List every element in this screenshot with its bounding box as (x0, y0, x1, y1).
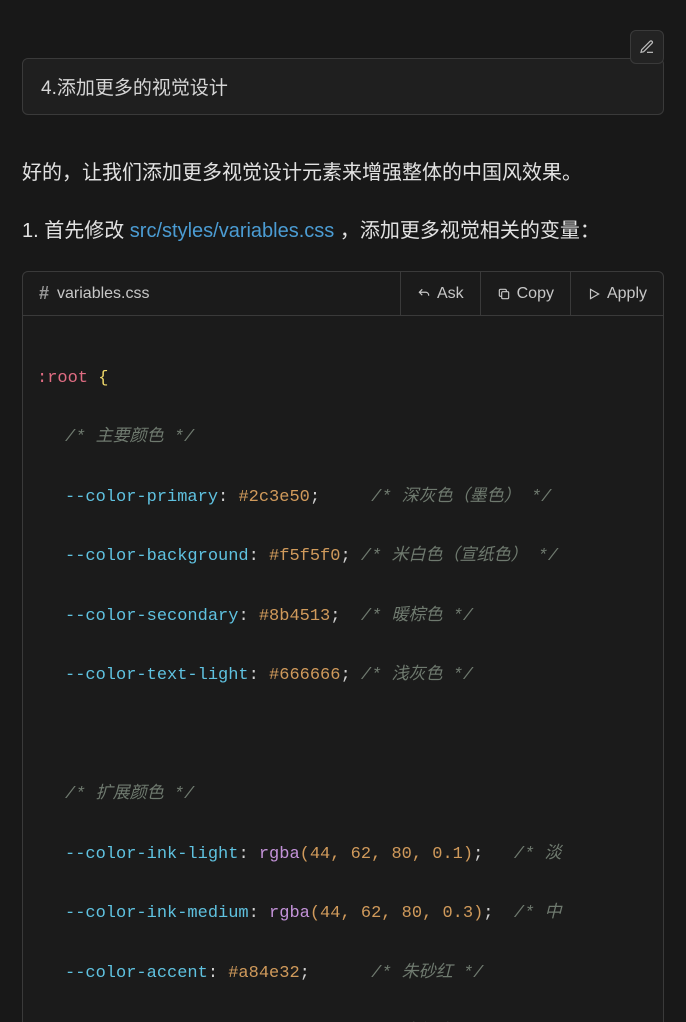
user-prompt[interactable]: 4.添加更多的视觉设计 (22, 58, 664, 115)
assistant-response: 好的，让我们添加更多视觉设计元素来增强整体的中国风效果。 1. 首先修改 src… (22, 155, 664, 249)
response-step-1: 1. 首先修改 src/styles/variables.css ，添加更多视觉… (22, 213, 664, 249)
ask-button[interactable]: Ask (400, 272, 480, 315)
hash-icon: # (39, 283, 49, 304)
response-intro: 好的，让我们添加更多视觉设计元素来增强整体的中国风效果。 (22, 155, 664, 191)
edit-prompt-button[interactable] (630, 30, 664, 64)
code-block: # variables.css Ask Copy Apply :root { /… (22, 271, 664, 1022)
code-block-filename: # variables.css (23, 272, 400, 315)
copy-button[interactable]: Copy (480, 272, 570, 315)
code-content[interactable]: :root { /* 主要颜色 */ --color-primary: #2c3… (23, 316, 663, 1022)
file-path-link[interactable]: src/styles/variables.css (130, 220, 335, 242)
code-block-header: # variables.css Ask Copy Apply (23, 272, 663, 316)
apply-button[interactable]: Apply (570, 272, 663, 315)
